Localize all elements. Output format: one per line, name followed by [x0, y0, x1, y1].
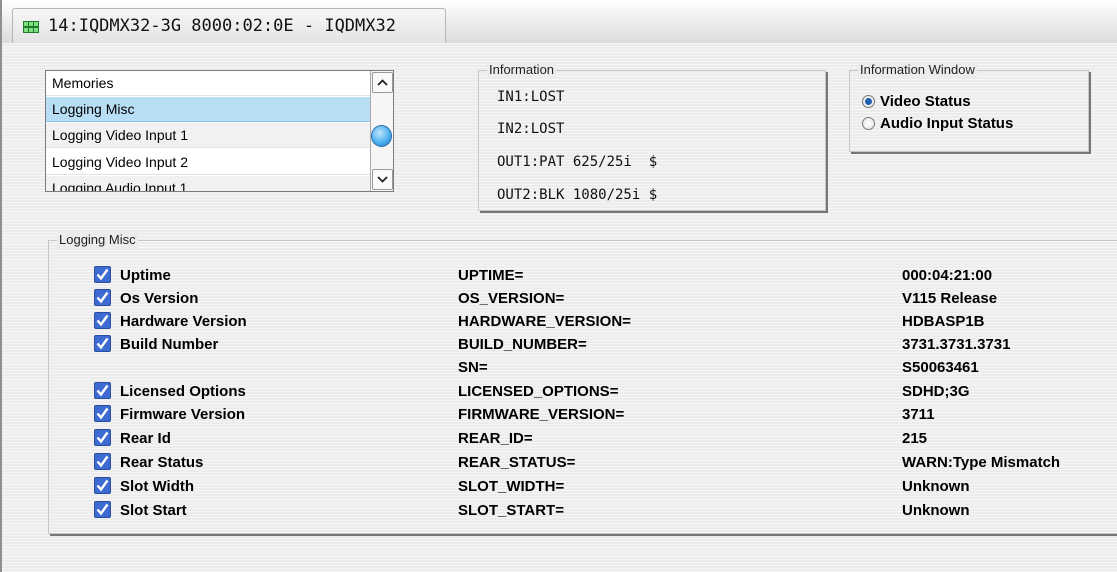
row-key: REAR_STATUS= — [458, 454, 576, 471]
checkbox-checked[interactable] — [94, 382, 111, 399]
row-label: Rear Status — [120, 454, 204, 471]
chevron-down-icon — [377, 176, 388, 183]
group-label: Information Window — [858, 62, 977, 78]
row-key: SLOT_WIDTH= — [458, 478, 565, 495]
row-value: 3731.3731.3731 — [902, 336, 1011, 353]
checkmark-icon — [96, 314, 109, 327]
list-item[interactable]: Logging Video Input 1 — [46, 123, 372, 148]
window-title: 14:IQDMX32-3G 8000:02:0E - IQDMX32 — [48, 16, 396, 36]
checkmark-icon — [96, 291, 109, 304]
row-value: 215 — [902, 430, 928, 447]
row-key: LICENSED_OPTIONS= — [458, 383, 619, 400]
table-row: Licensed Options LICENSED_OPTIONS= SDHD;… — [0, 381, 1117, 404]
checkbox-checked[interactable] — [94, 289, 111, 306]
scroll-up-button[interactable] — [372, 72, 393, 93]
table-row: Uptime UPTIME= 000:04:21:00 — [0, 265, 1117, 288]
row-label: Uptime — [120, 267, 171, 284]
chevron-up-icon — [377, 79, 388, 86]
row-key: UPTIME= — [458, 267, 524, 284]
row-label: Build Number — [120, 336, 219, 353]
checkbox-checked[interactable] — [94, 429, 111, 446]
list-item[interactable]: Logging Audio Input 1 — [46, 176, 372, 191]
checkbox-checked[interactable] — [94, 501, 111, 518]
table-row: Firmware Version FIRMWARE_VERSION= 3711 — [0, 404, 1117, 427]
row-key: SN= — [458, 359, 488, 376]
list-item[interactable]: Logging Misc — [46, 97, 372, 122]
row-label: Rear Id — [120, 430, 171, 447]
table-row: Rear Status REAR_STATUS= WARN:Type Misma… — [0, 452, 1117, 475]
checkmark-icon — [96, 337, 109, 350]
row-value: V115 Release — [902, 290, 998, 307]
row-key: REAR_ID= — [458, 430, 533, 447]
table-row: Slot Width SLOT_WIDTH= Unknown — [0, 476, 1117, 499]
checkbox-checked[interactable] — [94, 335, 111, 352]
checkmark-icon — [96, 407, 109, 420]
checkbox-checked[interactable] — [94, 453, 111, 470]
row-value: SDHD;3G — [902, 383, 970, 400]
table-row: Os Version OS_VERSION= V115 Release — [0, 288, 1117, 311]
checkmark-icon — [96, 384, 109, 397]
row-label: Hardware Version — [120, 313, 247, 330]
checkmark-icon — [96, 503, 109, 516]
radio-label: Video Status — [880, 92, 971, 110]
table-row: SN= S50063461 — [0, 357, 1117, 380]
row-value: S50063461 — [902, 359, 979, 376]
checkmark-icon — [96, 268, 109, 281]
group-label: Information — [487, 62, 557, 78]
information-group: Information IN1:LOST IN2:LOST OUT1:PAT 6… — [478, 62, 826, 211]
table-row: Rear Id REAR_ID= 215 — [0, 428, 1117, 451]
row-value: HDBASP1B — [902, 313, 985, 330]
row-value: 3711 — [902, 406, 935, 423]
row-value: Unknown — [902, 478, 970, 495]
info-line: OUT1:PAT 625/25i $ — [497, 154, 658, 170]
radio-selected-icon — [862, 94, 875, 108]
checkbox-checked[interactable] — [94, 477, 111, 494]
row-key: SLOT_START= — [458, 502, 564, 519]
table-row: Slot Start SLOT_START= Unknown — [0, 500, 1117, 523]
group-label: Logging Misc — [57, 232, 138, 248]
table-row: Hardware Version HARDWARE_VERSION= HDBAS… — [0, 311, 1117, 334]
list-item[interactable]: Memories — [46, 71, 372, 96]
row-value: Unknown — [902, 502, 970, 519]
checkbox-checked[interactable] — [94, 405, 111, 422]
audio-input-status-radio[interactable]: Audio Input Status — [862, 114, 1013, 132]
radio-unselected-icon — [862, 116, 875, 130]
row-key: FIRMWARE_VERSION= — [458, 406, 625, 423]
info-line: IN1:LOST — [497, 89, 565, 105]
list-item[interactable]: Logging Video Input 2 — [46, 150, 372, 175]
checkmark-icon — [96, 431, 109, 444]
grid-icon — [23, 21, 39, 33]
row-label: Os Version — [120, 290, 199, 307]
memories-list[interactable]: Memories Logging Misc Logging Video Inpu… — [45, 70, 394, 192]
info-line: IN2:LOST — [497, 121, 565, 137]
row-key: HARDWARE_VERSION= — [458, 313, 631, 330]
row-value: WARN:Type Mismatch — [902, 454, 1061, 471]
row-label: Firmware Version — [120, 406, 246, 423]
list-scrollbar[interactable] — [370, 71, 393, 191]
row-key: BUILD_NUMBER= — [458, 336, 587, 353]
information-window-group: Information Window Video Status Audio In… — [849, 62, 1089, 152]
scroll-thumb[interactable] — [371, 125, 392, 147]
checkbox-checked[interactable] — [94, 266, 111, 283]
checkbox-checked[interactable] — [94, 312, 111, 329]
row-label: Slot Start — [120, 502, 187, 519]
row-key: OS_VERSION= — [458, 290, 565, 307]
checkmark-icon — [96, 455, 109, 468]
video-status-radio[interactable]: Video Status — [862, 92, 971, 110]
radio-label: Audio Input Status — [880, 114, 1014, 132]
checkmark-icon — [96, 479, 109, 492]
scroll-down-button[interactable] — [372, 169, 393, 190]
row-value: 000:04:21:00 — [902, 267, 993, 284]
row-label: Slot Width — [120, 478, 195, 495]
row-label: Licensed Options — [120, 383, 246, 400]
info-line: OUT2:BLK 1080/25i $ — [497, 187, 658, 203]
table-row: Build Number BUILD_NUMBER= 3731.3731.373… — [0, 334, 1117, 357]
